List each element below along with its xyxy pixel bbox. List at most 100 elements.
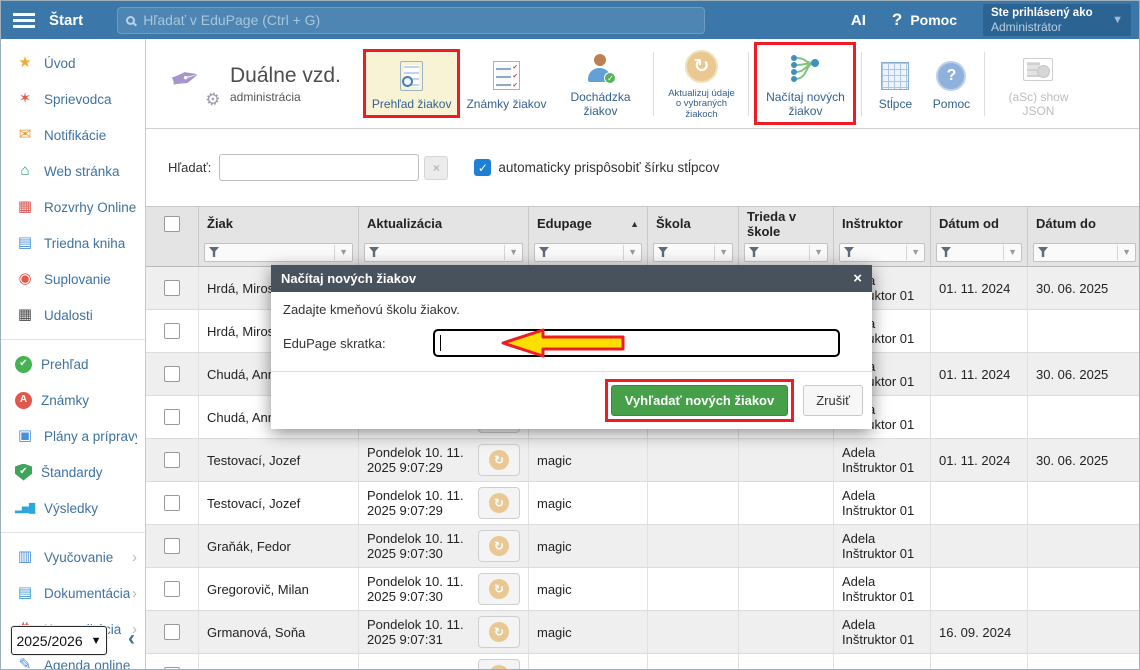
sidebar-item-notifikacie[interactable]: ✉Notifikácie [1,117,145,153]
user-menu[interactable]: Ste prihlásený ako Administrátor ▼ [983,4,1131,36]
ai-button[interactable]: AI [851,12,866,29]
refresh-student-button[interactable]: ↻ [478,530,520,562]
toolbar-button-dochadzka-ziakov[interactable]: ✓Dochádzka žiakov [552,45,648,122]
row-checkbox[interactable] [164,581,180,597]
edupage-shortcut-input[interactable] [433,329,840,357]
table-row[interactable]: Graňák, FedorPondelok 10. 11. 2025 9:07:… [146,525,1140,568]
refresh-icon: ↻ [489,493,509,513]
cell-trieda-v-skole [739,568,834,610]
toolbar-button-aktualizuj-udaje-o-vybranych-ziakoch[interactable]: ↻Aktualizuj údaje o vybraných žiakoch [659,43,743,125]
select-all-checkbox[interactable] [164,216,180,232]
row-checkbox[interactable] [164,323,180,339]
cell-trieda-v-skole [739,482,834,524]
cancel-button[interactable]: Zrušiť [803,385,863,416]
load-new-students-dialog: Načítaj nových žiakov × Zadajte kmeňovú … [271,265,872,429]
help-button[interactable]: ? Pomoc [892,10,957,30]
search-new-students-button[interactable]: Vyhľadať nových žiakov [611,385,788,416]
filter-combo-edupage[interactable]: ▼ [534,243,642,262]
sidebar-item-sprievodca[interactable]: ✶Sprievodca [1,81,145,117]
sidebar-item-uvod[interactable]: ★Úvod [1,45,145,81]
sidebar-item-web-stranka[interactable]: ⌂Web stránka [1,153,145,189]
sidebar-item-suplovanie[interactable]: ◉Suplovanie [1,261,145,297]
sidebar-item-dokumentacia[interactable]: ▤Dokumentácia› [1,575,145,611]
hamburger-menu-icon[interactable] [13,13,35,28]
row-checkbox[interactable] [164,452,180,468]
page-subtitle: administrácia [230,90,341,104]
row-checkbox[interactable] [164,538,180,554]
column-header-label: Dátum od [939,216,999,231]
global-search-field[interactable] [143,12,696,28]
toolbar-button-label: Aktualizuj údaje o vybraných žiakoch [665,89,737,121]
refresh-student-button[interactable]: ↻ [478,573,520,605]
toolbar-button-prehlad-ziakov[interactable]: Prehľad žiakov [366,52,458,115]
school-year-select[interactable]: 2025/2026 ▼ [11,626,107,655]
sidebar-item-rozvrhy-online[interactable]: ▦Rozvrhy Online [1,189,145,225]
sidebar-item-label: Úvod [44,56,76,71]
column-header-skola[interactable]: Škola [648,207,739,240]
close-icon[interactable]: × [853,270,862,287]
table-row[interactable]: Pondelok 10. 11.↻Adela [146,654,1140,670]
column-header-datum-od[interactable]: Dátum od [931,207,1028,240]
cell-aktualizacia: Pondelok 10. 11. 2025 9:07:30↻ [359,568,529,610]
toolbar-buttons: Prehľad žiakovZnámky žiakov✓Dochádzka ži… [363,39,1087,128]
row-checkbox[interactable] [164,624,180,640]
filter-combo-trieda-v-skole[interactable]: ▼ [744,243,828,262]
toolbar-button-znamky-ziakov[interactable]: Známky žiakov [460,52,552,115]
column-header-instruktor[interactable]: Inštruktor [834,207,931,240]
collapse-sidebar-icon[interactable]: ‹ [128,627,135,651]
sidebar-item-vyucovanie[interactable]: ▥Vyučovanie› [1,539,145,575]
column-header-trieda-v-skole[interactable]: Trieda v škole [739,207,834,240]
row-checkbox[interactable] [164,366,180,382]
funnel-icon [539,247,549,257]
filter-combo-ziak[interactable]: ▼ [204,243,353,262]
filter-combo-datum-od[interactable]: ▼ [936,243,1022,262]
sidebar-item-label: Web stránka [44,164,120,179]
row-checkbox[interactable] [164,409,180,425]
refresh-student-button[interactable]: ↻ [478,444,520,476]
cell-select [146,611,199,653]
update-timestamp: Pondelok 10. 11. 2025 9:07:30 [367,574,473,604]
sidebar-item-plany-a-pripravy[interactable]: ▣Plány a prípravy [1,418,145,454]
table-row[interactable]: Testovací, JozefPondelok 10. 11. 2025 9:… [146,482,1140,525]
sidebar-item-udalosti[interactable]: ▦Udalosti [1,297,145,333]
cell-edupage [529,654,648,670]
sidebar-item-triedna-kniha[interactable]: ▤Triedna kniha [1,225,145,261]
pen-icon: ✒ [165,54,205,102]
row-checkbox[interactable] [164,495,180,511]
cell-skola [648,439,739,481]
column-header-aktualizacia[interactable]: Aktualizácia [359,207,529,240]
global-search-input[interactable] [117,7,705,34]
cell-datum-od [931,525,1028,567]
refresh-icon: ↻ [685,48,718,86]
wrench-icon: ⚙ [203,88,222,111]
sidebar-item-label: Agenda online [44,658,130,670]
refresh-student-button[interactable]: ↻ [478,487,520,519]
filter-combo-datum-do[interactable]: ▼ [1033,243,1136,262]
filter-cell-instruktor: ▼ [834,240,931,266]
annotation-box-prehlad-ziakov: Prehľad žiakov [363,49,461,118]
refresh-student-button[interactable]: ↻ [478,616,520,648]
toolbar-button-stlpce[interactable]: Stĺpce [867,52,923,115]
table-row[interactable]: Gregorovič, MilanPondelok 10. 11. 2025 9… [146,568,1140,611]
column-header-datum-do[interactable]: Dátum do [1028,207,1140,240]
autofit-columns-checkbox[interactable]: ✓ [474,159,491,176]
column-header-edupage[interactable]: Edupage▲ [529,207,648,240]
row-checkbox[interactable] [164,280,180,296]
filter-combo-instruktor[interactable]: ▼ [839,243,925,262]
check-circle-icon: ✔ [15,356,32,373]
table-search-input[interactable] [219,154,419,181]
sidebar-item-standardy[interactable]: ✔Štandardy [1,454,145,490]
toolbar-button-asc-show-json[interactable]: (aSc) show JSON [990,45,1086,122]
filter-combo-aktualizacia[interactable]: ▼ [364,243,523,262]
filter-combo-skola[interactable]: ▼ [653,243,733,262]
clear-search-button[interactable]: × [424,156,448,180]
toolbar-button-nacitaj-novych-ziakov[interactable]: Načítaj nových žiakov [757,45,853,122]
sidebar-item-prehlad[interactable]: ✔Prehľad [1,346,145,382]
column-header-ziak[interactable]: Žiak [199,207,359,240]
table-row[interactable]: Grmanová, SoňaPondelok 10. 11. 2025 9:07… [146,611,1140,654]
table-row[interactable]: Testovací, JozefPondelok 10. 11. 2025 9:… [146,439,1140,482]
toolbar-button-pomoc[interactable]: ?Pomoc [923,52,979,115]
start-menu-button[interactable]: Štart [49,12,83,29]
sidebar-item-vysledky[interactable]: ▂▅█Výsledky [1,490,145,526]
sidebar-item-znamky[interactable]: AZnámky [1,382,145,418]
